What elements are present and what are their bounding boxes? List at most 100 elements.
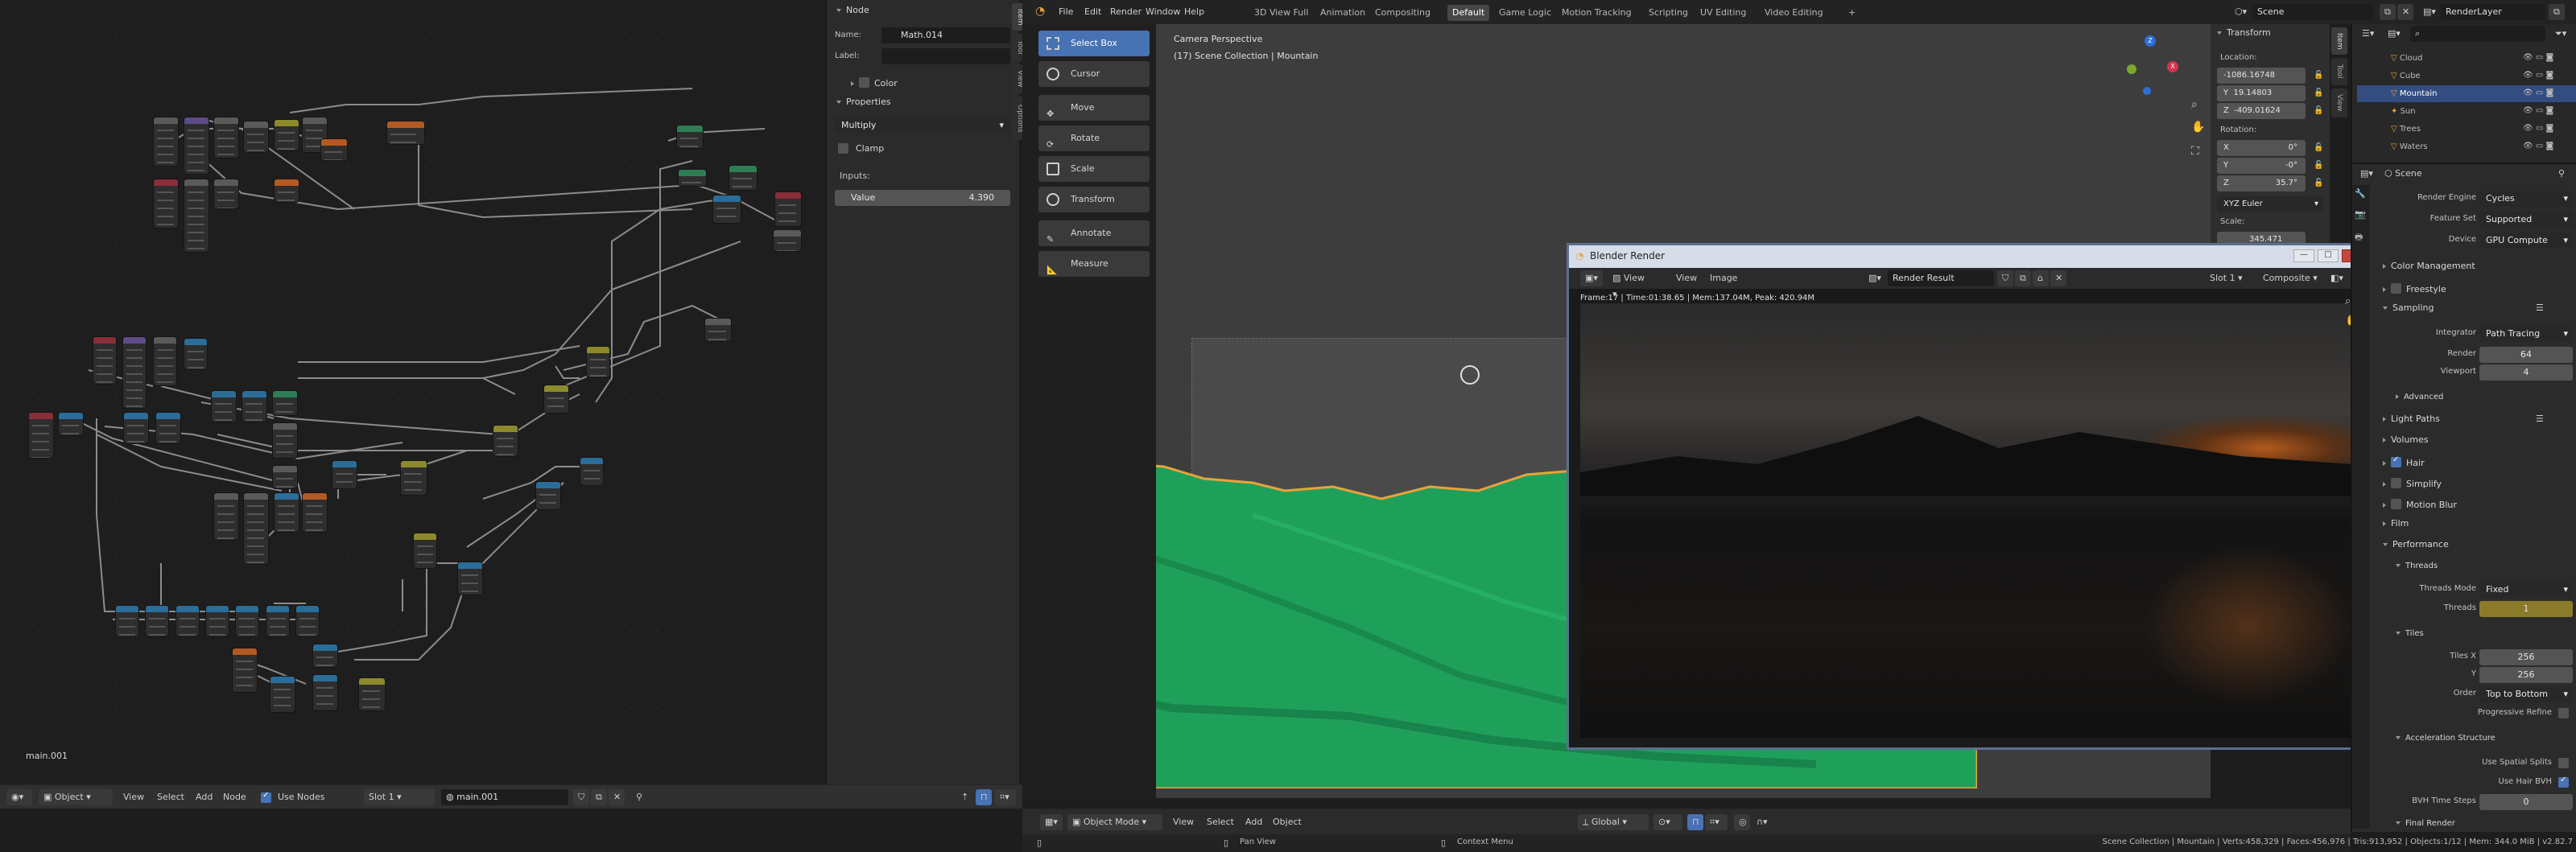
node[interactable]	[213, 492, 239, 541]
add-workspace-icon[interactable]: +	[1843, 5, 1860, 21]
use-hair-bvh-checkbox[interactable]	[2558, 776, 2569, 788]
render-layer-selector[interactable]: RenderLayer	[2441, 4, 2545, 20]
node[interactable]	[272, 422, 298, 459]
maximize-button[interactable]: □	[2318, 249, 2339, 262]
menu-view[interactable]: View	[1672, 270, 1701, 286]
progressive-refine-checkbox[interactable]	[2558, 708, 2569, 718]
editor-type-button[interactable]: ▦▾	[1040, 814, 1063, 830]
node[interactable]	[213, 179, 239, 209]
node[interactable]	[729, 165, 758, 191]
scene-selector[interactable]: Scene	[2252, 4, 2373, 20]
presets-list-icon[interactable]: ☰	[2536, 414, 2544, 424]
tiles-x-field[interactable]: 256	[2479, 649, 2573, 665]
node-section-header[interactable]: Node	[836, 5, 869, 15]
node[interactable]	[243, 492, 269, 565]
menu-help[interactable]: Help	[1180, 4, 1208, 20]
tool-rotate[interactable]: ⟳ Rotate	[1038, 126, 1150, 151]
pin-icon[interactable]: ⚲	[631, 789, 647, 805]
node[interactable]	[211, 390, 237, 422]
node[interactable]	[295, 605, 320, 637]
render-layer-icon[interactable]: ▤▾	[2418, 4, 2438, 20]
tool-select-box[interactable]: Select Box	[1038, 31, 1150, 56]
tab-default[interactable]: Default	[1447, 5, 1490, 21]
value-field[interactable]: Value 4.390	[835, 190, 1010, 206]
transform-orientation-dropdown[interactable]: ⟂ Global ▾	[1578, 814, 1649, 830]
snap-target-icon[interactable]: ⌗▾	[1705, 814, 1728, 830]
editor-type-button[interactable]: ▣▾	[1580, 270, 1603, 286]
slot-dropdown[interactable]: Slot 1 ▾	[364, 789, 435, 805]
render-result-image[interactable]	[1580, 303, 2351, 738]
image-name-field[interactable]: Render Result	[1888, 270, 1994, 286]
motion-blur-checkbox[interactable]	[2391, 499, 2401, 509]
rotation-z-field[interactable]: Z 35.7°	[2217, 175, 2306, 191]
clamp-checkbox[interactable]	[838, 143, 848, 154]
menu-node[interactable]: Node	[219, 789, 250, 805]
node[interactable]	[312, 644, 338, 668]
node[interactable]	[153, 336, 177, 386]
node[interactable]	[712, 195, 741, 224]
render-window-titlebar[interactable]: ◔ Blender Render — □ ✕	[1569, 245, 2371, 268]
node[interactable]	[543, 385, 569, 414]
bvh-time-steps-field[interactable]: 0	[2479, 794, 2573, 810]
tool-measure[interactable]: 📐 Measure	[1038, 251, 1150, 277]
visibility-eye-icon[interactable]: 👁 ▭ ◙	[2523, 124, 2553, 133]
output-tab-icon[interactable]: 🖶	[2355, 230, 2363, 245]
menu-add[interactable]: Add	[1241, 814, 1266, 830]
tool-tab-icon[interactable]: 🔧	[2355, 188, 2366, 199]
tab-video-editing[interactable]: Video Editing	[1760, 5, 1828, 21]
simplify-panel[interactable]: Simplify	[2383, 476, 2442, 489]
node[interactable]	[28, 412, 54, 459]
properties-section-header[interactable]: Properties	[836, 97, 891, 107]
node[interactable]	[586, 346, 610, 378]
menu-add[interactable]: Add	[192, 789, 217, 805]
render-samples-field[interactable]: 64	[2479, 347, 2573, 363]
simplify-checkbox[interactable]	[2391, 478, 2401, 488]
outliner-search-input[interactable]: ⌕	[2410, 26, 2545, 42]
visibility-eye-icon[interactable]: 👁 ▭ ◙	[2523, 71, 2553, 80]
camera-icon[interactable]: ⛶	[2191, 145, 2199, 158]
node[interactable]	[678, 169, 707, 187]
tiles-subpanel[interactable]: Tiles	[2396, 629, 2424, 638]
tab-motion-tracking[interactable]: Motion Tracking	[1557, 5, 1637, 21]
node[interactable]	[332, 460, 357, 489]
presets-list-icon[interactable]: ☰	[2536, 303, 2544, 313]
node[interactable]	[115, 605, 139, 637]
fake-user-icon[interactable]: ⛉	[573, 789, 589, 805]
integrator-dropdown[interactable]: Path Tracing ▾	[2479, 326, 2573, 342]
close-icon[interactable]: ✕	[609, 789, 625, 805]
tab-viewport-tool[interactable]: Tool	[2331, 58, 2347, 85]
node[interactable]	[122, 336, 147, 409]
slot-dropdown[interactable]: Slot 1 ▾	[2205, 270, 2253, 286]
node-label-field[interactable]	[881, 48, 1010, 64]
node[interactable]	[457, 562, 483, 595]
view-mode-dropdown[interactable]: ▨ View ▾	[1608, 270, 1653, 299]
menu-edit[interactable]: Edit	[1080, 4, 1105, 20]
render-window[interactable]: ◔ Blender Render — □ ✕ ▣▾ ▨ View ▾ View …	[1567, 243, 2373, 750]
editor-type-button[interactable]: ▤▾	[2355, 166, 2376, 182]
layer-dropdown[interactable]: Composite ▾	[2258, 270, 2322, 286]
node[interactable]	[123, 412, 149, 444]
material-selector[interactable]: ◍ main.001	[441, 789, 568, 805]
tab-viewport-view[interactable]: View	[2331, 88, 2347, 117]
copy-icon[interactable]: ⧉	[2549, 4, 2565, 20]
tab-game-logic[interactable]: Game Logic	[1494, 5, 1556, 21]
operation-dropdown[interactable]: Multiply ▾	[835, 117, 1010, 134]
color-subpanel[interactable]: Color	[851, 76, 898, 88]
visibility-eye-icon[interactable]: 👁 ▭ ◙	[2523, 106, 2553, 115]
node[interactable]	[205, 605, 229, 637]
tab-scripting[interactable]: Scripting	[1644, 5, 1693, 21]
menu-select[interactable]: Select	[153, 789, 188, 805]
copy-icon[interactable]: ⧉	[2380, 4, 2396, 20]
tab-compositing[interactable]: Compositing	[1370, 5, 1435, 21]
film-panel[interactable]: Film	[2383, 518, 2409, 529]
menu-file[interactable]: File	[1055, 4, 1077, 20]
transform-panel-header[interactable]: Transform	[2217, 27, 2271, 38]
snap-mode-icon[interactable]: ⌗▾	[995, 789, 1016, 805]
node[interactable]	[704, 318, 732, 342]
order-dropdown[interactable]: Top to Bottom ▾	[2479, 686, 2573, 702]
falloff-icon[interactable]: ∩▾	[1752, 814, 1774, 830]
menu-object[interactable]: Object	[1269, 814, 1306, 830]
lock-icon[interactable]: 🔓	[2314, 161, 2323, 170]
hair-panel[interactable]: Hair	[2383, 455, 2425, 468]
filter-icon[interactable]: ⏷▾	[2550, 26, 2573, 42]
